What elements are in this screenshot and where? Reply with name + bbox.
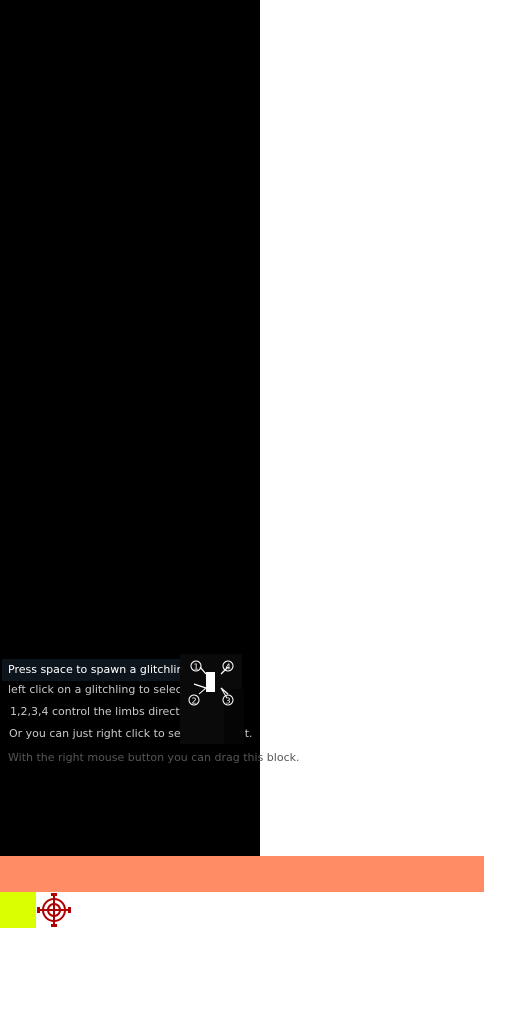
glitchling-icon: 1 4 2 3 [188, 660, 244, 744]
crosshair-svg [37, 893, 71, 927]
svg-text:3: 3 [225, 697, 230, 706]
limb-label-1: 1 [190, 660, 202, 672]
limb-label-2: 2 [188, 694, 200, 706]
help-drag-text: With the right mouse button you can drag… [8, 751, 300, 764]
orange-bar [0, 856, 484, 892]
glitchling-body-shade [215, 672, 221, 692]
glitchling-body [206, 672, 215, 692]
svg-text:2: 2 [191, 697, 196, 706]
help-limbs-text: 1,2,3,4 control the limbs directly. [10, 705, 192, 718]
help-spawn-text: Press space to spawn a glitchling [2, 659, 200, 681]
glitchling-limb-diagram: 1 4 2 3 [180, 654, 244, 744]
help-select-text: left click on a glitchling to select it [8, 683, 197, 696]
help-panel[interactable]: Press space to spawn a glitchling left c… [0, 654, 300, 770]
svg-text:1: 1 [193, 663, 198, 672]
limb-label-4: 4 [222, 660, 234, 672]
page: Press space to spawn a glitchling left c… [0, 0, 512, 1024]
svg-text:4: 4 [225, 663, 230, 672]
yellow-swatch[interactable] [0, 892, 36, 928]
crosshair-icon[interactable] [36, 892, 72, 928]
